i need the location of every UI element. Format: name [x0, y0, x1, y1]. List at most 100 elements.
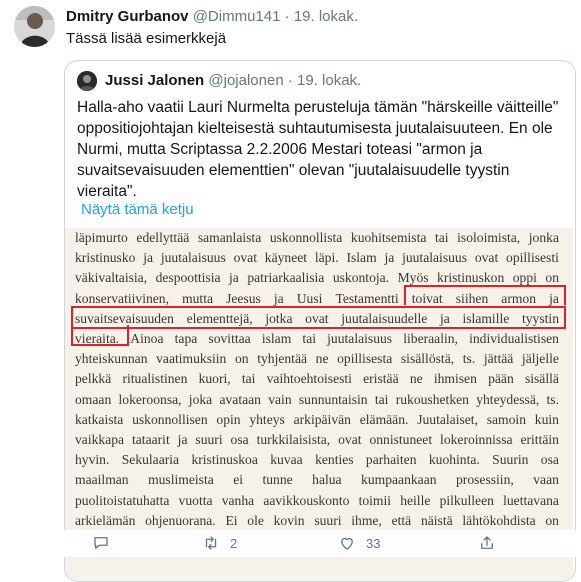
document-line: konservatiivinen, mutta Jeesus ja Uusi Testam… — [75, 289, 559, 309]
document-word: sovittaa — [208, 331, 251, 347]
document-line: läpimurto edellyttää samanlaista uskonnolli… — [75, 228, 559, 248]
document-word: kuohitsemista — [350, 230, 427, 245]
document-word: osa — [540, 452, 559, 468]
document-word: siihen — [455, 290, 489, 306]
document-word: ts. — [462, 351, 476, 367]
document-word: jäljelle — [521, 351, 559, 367]
document-word: islam — [261, 331, 292, 347]
document-word: turkkilaisista, — [256, 432, 331, 448]
document-word: ne — [409, 371, 423, 387]
document-word: vaatimuksiin — [156, 351, 227, 367]
author-name[interactable]: Dmitry Gurbanov — [66, 8, 189, 25]
document-word: väkivaltaisia, — [75, 270, 148, 286]
like-action[interactable]: 33 — [338, 534, 380, 552]
document-word: halua — [312, 472, 342, 488]
share-action[interactable] — [478, 534, 496, 552]
document-word: sisällä — [524, 371, 559, 387]
document-word: käyneet — [264, 250, 308, 266]
tweet-header: Dmitry Gurbanov @Dimmu141 · 19. lokak. — [66, 8, 358, 25]
document-word: despoottisia — [155, 270, 221, 286]
separator-dot: · — [287, 72, 293, 89]
document-word: kovin — [273, 512, 305, 528]
document-line: maailman muslimeista ei tunne halua kumpaanka… — [75, 470, 559, 490]
tweet-actions: 2 33 — [0, 530, 581, 557]
document-word: yhteiskunnan — [75, 351, 148, 367]
document-line: vieraita. Ainoa tapa sovittaa islam tai juutal… — [75, 329, 559, 349]
retweet-count: 2 — [230, 535, 238, 551]
document-line: vaikkapa tataarit ja suuri osa turkkilaisista… — [75, 430, 559, 450]
document-word: parhaiten — [365, 452, 417, 468]
document-word: eristää — [363, 371, 399, 387]
quoted-document-image[interactable]: läpimurto edellyttää samanlaista uskonnolli… — [65, 228, 573, 581]
document-word: patriarkaalisia — [247, 270, 325, 286]
document-word: on — [234, 351, 249, 367]
document-word: vanha — [221, 492, 255, 508]
document-word: lokeroinnissa — [440, 432, 513, 448]
document-word: elämään. — [359, 411, 409, 427]
document-word: rukoushetken — [395, 391, 469, 407]
document-word: tataarit — [132, 432, 170, 448]
quoted-tweet-date: 19. lokak. — [297, 72, 362, 89]
document-word: pään — [488, 371, 514, 387]
document-word: liberaalin, — [403, 331, 458, 347]
document-word: kristinuskoa — [191, 452, 258, 468]
document-word: maailman — [75, 472, 129, 488]
document-word: juutalaisuudelle — [341, 310, 428, 326]
document-word: katkaista — [75, 411, 124, 427]
document-word: samoin — [486, 411, 527, 427]
reply-icon — [94, 537, 108, 549]
tweet-text: Tässä lisää esimerkkejä — [66, 30, 227, 47]
document-word: oppi — [512, 270, 537, 286]
document-word: aavikkouskonto — [263, 492, 350, 508]
author-handle[interactable]: @Dimmu141 — [193, 8, 281, 25]
document-word: Islam — [346, 250, 377, 266]
document-word: juutalaisuus — [327, 331, 393, 347]
document-word: näistä — [420, 512, 453, 528]
document-word: armon — [501, 290, 537, 306]
document-word: yhteydessä, — [476, 391, 540, 407]
document-word: samanlaista — [197, 230, 262, 245]
document-word: isoloimista, — [457, 230, 521, 245]
document-word: osa — [230, 432, 249, 448]
document-word: heille — [400, 492, 431, 508]
document-word: avataan — [219, 391, 261, 407]
quoted-tweet-text: Halla-aho vaatii Lauri Nurmelta perustel… — [77, 99, 559, 200]
document-word: vain — [268, 391, 292, 407]
document-word: kristinuskon — [437, 270, 505, 286]
document-word: toivat — [411, 290, 443, 306]
retweet-action[interactable]: 2 — [202, 534, 237, 552]
document-word: läpimurto — [75, 230, 128, 245]
document-word: Suurin — [492, 452, 529, 468]
document-word: kristinusko — [75, 250, 136, 266]
document-word: Uusi — [296, 290, 323, 306]
document-word: individualistisen — [469, 331, 559, 347]
author-avatar[interactable] — [14, 6, 55, 47]
quoted-author-avatar[interactable] — [77, 71, 97, 91]
document-word: Ainoa — [130, 331, 164, 347]
document-word: juutalaisuus — [160, 250, 226, 266]
document-word: mutta — [182, 290, 214, 306]
tweet-date[interactable]: 19. lokak. — [294, 8, 358, 25]
document-word: juutalaisuus — [402, 250, 468, 266]
document-word: tai — [241, 371, 256, 387]
document-word: arkipäivän — [293, 411, 351, 427]
document-line: väkivaltaisia, despoottisia ja patriarkaali… — [75, 268, 559, 288]
document-word: suuri — [195, 432, 223, 448]
tweet: Dmitry Gurbanov @Dimmu141 · 19. lokak. T… — [0, 0, 581, 582]
document-word: pilkulleen — [439, 492, 494, 508]
document-word: tyystin — [521, 310, 559, 326]
document-line: hyvin. Sekulaaria kristinuskoa kuvaa kenties… — [75, 450, 559, 470]
document-word: erittäin — [520, 432, 559, 448]
document-word: että — [391, 512, 412, 528]
show-thread-link[interactable]: Näytä tämä ketju — [81, 201, 194, 218]
document-word: kumpaankaan — [361, 472, 437, 488]
quoted-author-handle: @jojalonen — [208, 72, 284, 89]
reply-action[interactable] — [92, 534, 110, 552]
quoted-tweet[interactable]: Jussi Jalonen @jojalonen · 19. lokak. Ha… — [64, 60, 576, 582]
document-word: ihme, — [351, 512, 382, 528]
document-word: puolitoistatuhatta — [75, 492, 170, 508]
document-word: vuotta — [178, 492, 213, 508]
document-word: suuri — [314, 512, 342, 528]
separator-dot: · — [284, 8, 290, 25]
document-word: kenties — [315, 452, 354, 468]
